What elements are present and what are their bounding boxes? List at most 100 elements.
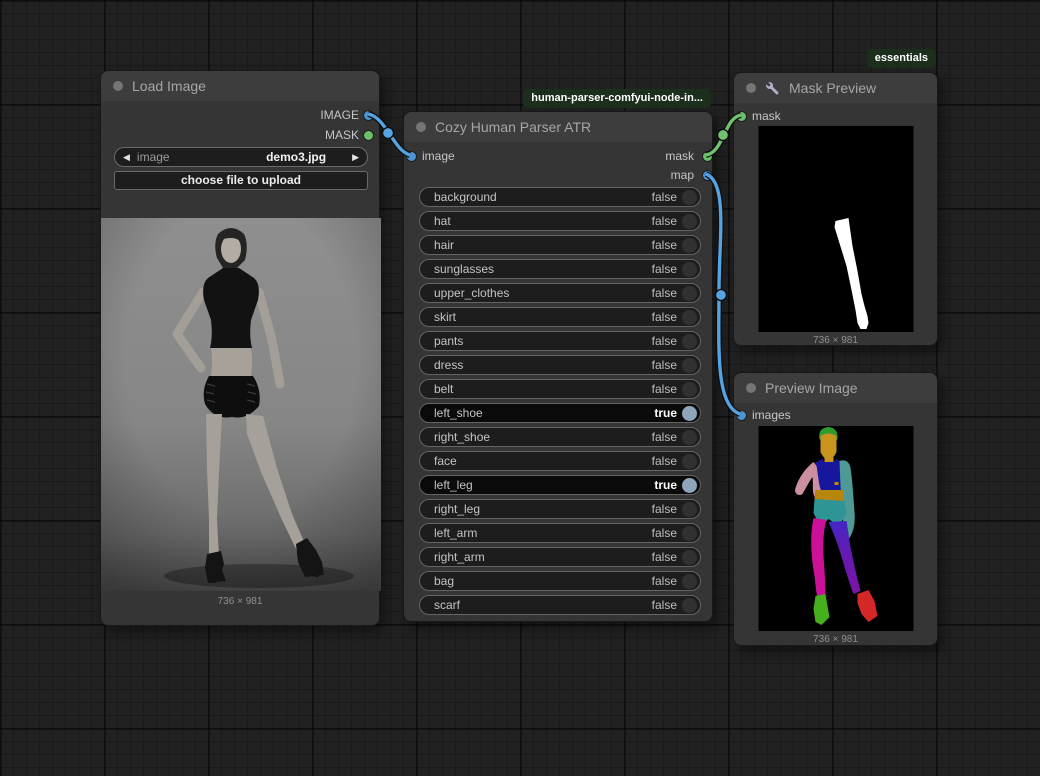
toggle-knob-icon[interactable]: [682, 358, 697, 373]
node-cozy-human-parser[interactable]: Cozy Human Parser ATR image mask map bac…: [403, 111, 713, 622]
input-label-image: image: [422, 149, 455, 163]
toggle-knob-icon[interactable]: [682, 598, 697, 613]
choose-file-button[interactable]: choose file to upload: [114, 171, 368, 190]
output-dot-map[interactable]: [703, 171, 712, 180]
toggle-label: skirt: [434, 310, 456, 324]
toggle-value: false: [652, 430, 677, 444]
toggle-value: false: [652, 598, 677, 612]
toggle-label: scarf: [434, 598, 460, 612]
toggle-row[interactable]: upper_clothes false: [419, 283, 701, 303]
collapse-dot[interactable]: [746, 383, 756, 393]
toggle-value: true: [654, 478, 677, 492]
node-title: Mask Preview: [789, 80, 876, 96]
toggle-row[interactable]: skirt false: [419, 307, 701, 327]
output-dot-mask[interactable]: [364, 131, 373, 140]
toggle-row[interactable]: sunglasses false: [419, 259, 701, 279]
node-load-image[interactable]: Load Image IMAGE MASK ◀ image demo3.jpg …: [100, 70, 380, 626]
toggle-knob-icon[interactable]: [682, 238, 697, 253]
toggle-knob-icon[interactable]: [682, 574, 697, 589]
toggle-row[interactable]: hat false: [419, 211, 701, 231]
toggle-row[interactable]: background false: [419, 187, 701, 207]
toggle-row[interactable]: belt false: [419, 379, 701, 399]
combo-next-icon[interactable]: ▶: [352, 147, 359, 167]
image-size-caption: 736 × 981: [734, 335, 937, 346]
toggle-value: false: [652, 310, 677, 324]
node-title: Load Image: [132, 78, 206, 94]
toggle-row[interactable]: left_arm false: [419, 523, 701, 543]
image-size-caption: 736 × 981: [734, 634, 937, 645]
toggle-knob-icon[interactable]: [682, 190, 697, 205]
output-label-image: IMAGE: [320, 108, 359, 122]
output-dot-mask[interactable]: [703, 152, 712, 161]
toggle-label: left_shoe: [434, 406, 483, 420]
toggle-knob-icon[interactable]: [682, 334, 697, 349]
node-title: Cozy Human Parser ATR: [435, 119, 591, 135]
node-graph-canvas[interactable]: Load Image IMAGE MASK ◀ image demo3.jpg …: [0, 0, 1040, 776]
toggle-label: hat: [434, 214, 451, 228]
toggle-knob-icon[interactable]: [682, 478, 697, 493]
toggle-knob-icon[interactable]: [682, 526, 697, 541]
node-preview-image-titlebar[interactable]: Preview Image: [734, 373, 937, 403]
toggle-row[interactable]: left_shoe true: [419, 403, 701, 423]
toggle-knob-icon[interactable]: [682, 262, 697, 277]
node-mask-preview-titlebar[interactable]: Mask Preview: [734, 73, 937, 103]
link-midpoint-dot: [716, 290, 727, 301]
toggle-value: false: [652, 238, 677, 252]
toggle-value: false: [652, 550, 677, 564]
input-photo-preview: [101, 218, 381, 591]
toggle-row[interactable]: right_shoe false: [419, 427, 701, 447]
toggle-row[interactable]: right_arm false: [419, 547, 701, 567]
combo-value: demo3.jpg: [170, 150, 352, 164]
toggle-row[interactable]: bag false: [419, 571, 701, 591]
toggle-value: false: [652, 574, 677, 588]
output-dot-image[interactable]: [364, 111, 373, 120]
collapse-dot[interactable]: [416, 122, 426, 132]
toggle-row[interactable]: scarf false: [419, 595, 701, 615]
image-combo-widget[interactable]: ◀ image demo3.jpg ▶: [114, 147, 368, 167]
toggle-value: false: [652, 526, 677, 540]
collapse-dot[interactable]: [746, 83, 756, 93]
toggle-knob-icon[interactable]: [682, 454, 697, 469]
toggle-knob-icon[interactable]: [682, 286, 697, 301]
toggle-label: sunglasses: [434, 262, 494, 276]
toggle-value: false: [652, 358, 677, 372]
toggle-knob-icon[interactable]: [682, 502, 697, 517]
node-title: Preview Image: [765, 380, 858, 396]
toggle-value: false: [652, 286, 677, 300]
node-parser-titlebar[interactable]: Cozy Human Parser ATR: [404, 112, 712, 142]
toggle-knob-icon[interactable]: [682, 310, 697, 325]
toggle-label: background: [434, 190, 497, 204]
input-dot-images[interactable]: [737, 411, 746, 420]
toggle-label: pants: [434, 334, 463, 348]
toggle-row[interactable]: pants false: [419, 331, 701, 351]
node-mask-preview[interactable]: Mask Preview mask 736 × 981: [733, 72, 938, 346]
toggle-value: false: [652, 334, 677, 348]
toggle-value: false: [652, 382, 677, 396]
input-dot-image[interactable]: [407, 152, 416, 161]
toggle-knob-icon[interactable]: [682, 214, 697, 229]
parser-source-badge: human-parser-comfyui-node-in...: [523, 89, 711, 108]
toggle-row[interactable]: right_leg false: [419, 499, 701, 519]
toggle-row[interactable]: face false: [419, 451, 701, 471]
toggle-knob-icon[interactable]: [682, 406, 697, 421]
combo-prev-icon[interactable]: ◀: [123, 147, 130, 167]
wrench-icon: [765, 81, 780, 96]
toggle-row[interactable]: hair false: [419, 235, 701, 255]
input-dot-mask[interactable]: [737, 112, 746, 121]
toggle-label: right_shoe: [434, 430, 490, 444]
input-label-mask: mask: [752, 109, 781, 123]
toggle-knob-icon[interactable]: [682, 430, 697, 445]
link-midpoint-dot: [383, 128, 394, 139]
toggle-knob-icon[interactable]: [682, 382, 697, 397]
toggle-value: true: [654, 406, 677, 420]
node-load-image-titlebar[interactable]: Load Image: [101, 71, 379, 101]
toggle-row[interactable]: dress false: [419, 355, 701, 375]
output-label-map: map: [671, 168, 694, 182]
image-size-caption: 736 × 981: [101, 596, 379, 607]
segmentation-preview-image: [758, 426, 914, 631]
toggle-row[interactable]: left_leg true: [419, 475, 701, 495]
output-label-mask: MASK: [325, 128, 359, 142]
toggle-knob-icon[interactable]: [682, 550, 697, 565]
node-preview-image[interactable]: Preview Image images: [733, 372, 938, 646]
collapse-dot[interactable]: [113, 81, 123, 91]
